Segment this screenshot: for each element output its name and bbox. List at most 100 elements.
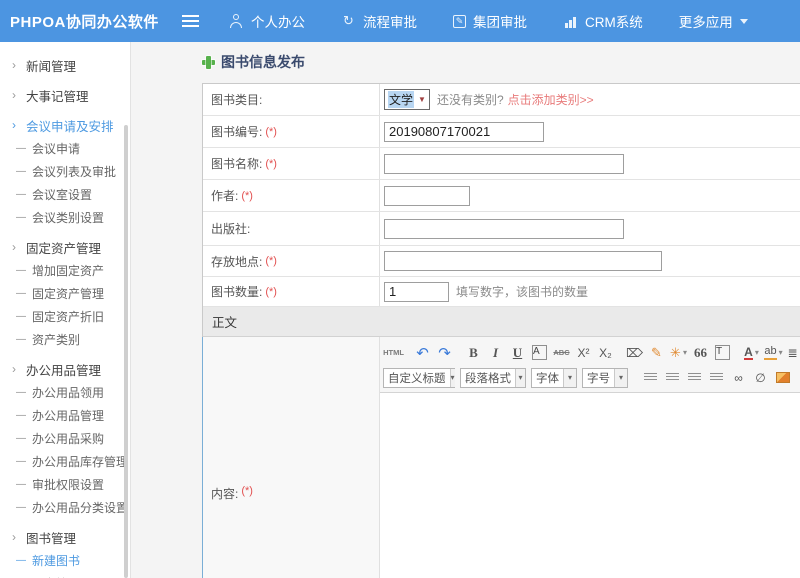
add-category-link[interactable]: 点击添加类别>>	[508, 91, 594, 108]
top-nav: 个人办公 ↻ 流程审批 ✎ 集团审批 CRM系统 更多应用	[229, 11, 748, 31]
add-plus-icon	[202, 56, 215, 69]
body-section-header: 正文	[203, 307, 800, 337]
heading-combo-label: 自定义标题	[384, 370, 450, 386]
sidebar-item-child[interactable]: —办公用品采购	[0, 427, 130, 450]
nav-more-apps[interactable]: 更多应用	[679, 11, 748, 31]
unlink-icon[interactable]: ∅	[750, 368, 771, 388]
format-brush-icon[interactable]: ✎	[646, 343, 667, 363]
eraser-icon[interactable]: ⌦	[624, 343, 645, 363]
page-title: 图书信息发布	[202, 53, 800, 71]
nav-personal-office[interactable]: 个人办公	[229, 11, 305, 31]
highlight-color-icon[interactable]: ab▾	[763, 343, 784, 363]
underline-icon[interactable]: U	[507, 343, 528, 363]
nav-label: 更多应用	[679, 11, 733, 31]
undo-icon[interactable]: ↶	[412, 343, 433, 363]
author-input[interactable]	[384, 186, 470, 206]
align-center-icon[interactable]	[662, 368, 683, 388]
quantity-input[interactable]	[384, 282, 449, 302]
caret-down-icon: ▾	[614, 369, 627, 387]
link-icon[interactable]: ∞	[728, 368, 749, 388]
required-mark: (*)	[265, 255, 277, 267]
sidebar-item-child[interactable]: —办公用品管理	[0, 404, 130, 427]
undo-icon: ↶	[416, 344, 429, 362]
sidebar-item-child[interactable]: —办公用品领用	[0, 381, 130, 404]
sidebar-item-child[interactable]: —图书管理	[0, 572, 130, 578]
chevron-right-icon: ›	[12, 240, 26, 254]
italic-icon: I	[493, 345, 498, 361]
font-family-combo-label: 字体	[532, 370, 563, 386]
sidebar-item-child[interactable]: —会议类别设置	[0, 206, 130, 229]
field-label: 图书类目:	[211, 91, 262, 108]
font-size-combo[interactable]: 字号▾	[582, 368, 628, 388]
publisher-input[interactable]	[384, 219, 624, 239]
sidebar-item-child[interactable]: —固定资产折旧	[0, 305, 130, 328]
align-right-icon[interactable]	[684, 368, 705, 388]
field-label: 图书数量:	[211, 283, 262, 300]
align-justify-icon[interactable]	[706, 368, 727, 388]
redo-icon[interactable]: ↷	[434, 343, 455, 363]
sidebar-item-group[interactable]: ›新闻管理	[0, 53, 130, 77]
editor-content-area[interactable]	[380, 393, 800, 578]
source-code-icon[interactable]: HTML	[383, 343, 404, 363]
auto-typeset-icon[interactable]: ✳▾	[668, 343, 689, 363]
heading-combo[interactable]: 自定义标题▾	[383, 368, 455, 388]
hamburger-menu-icon[interactable]	[182, 15, 199, 28]
sidebar-item-group[interactable]: ›会议申请及安排	[0, 113, 130, 137]
location-input[interactable]	[384, 251, 662, 271]
caret-down-icon: ▾	[755, 348, 759, 357]
chevron-right-icon: ›	[12, 362, 26, 376]
nav-workflow-approval[interactable]: ↻ 流程审批	[341, 11, 417, 31]
subscript-icon[interactable]: X₂	[595, 343, 616, 363]
sidebar-item-group[interactable]: ›大事记管理	[0, 83, 130, 107]
insert-media-icon[interactable]	[794, 368, 797, 388]
sidebar-item-child[interactable]: —会议室设置	[0, 183, 130, 206]
dash-icon: —	[16, 166, 32, 177]
sidebar-scrollbar[interactable]	[124, 125, 128, 578]
align-center-icon	[666, 373, 679, 382]
select-arrow-icon: ▼	[418, 95, 426, 104]
book-name-input[interactable]	[384, 154, 624, 174]
italic-icon[interactable]: I	[485, 343, 506, 363]
chart-icon	[563, 14, 578, 28]
required-mark: (*)	[241, 485, 253, 497]
sidebar-item-group[interactable]: ›办公用品管理	[0, 357, 130, 381]
align-left-icon[interactable]	[640, 368, 661, 388]
book-form: 图书类目: 文学 ▼ 还没有类别? 点击添加类别>> 图书编号: (*)	[202, 83, 800, 578]
sidebar-item-child[interactable]: —资产类别	[0, 328, 130, 351]
sidebar-item-child[interactable]: —会议列表及审批	[0, 160, 130, 183]
editor-toolbar-row2: 自定义标题▾段落格式▾字体▾字号▾∞∅	[383, 365, 797, 390]
sidebar-item-child[interactable]: —增加固定资产	[0, 259, 130, 282]
nav-crm-system[interactable]: CRM系统	[563, 11, 643, 31]
paste-word-icon[interactable]: T	[712, 343, 733, 363]
superscript-icon: X²	[578, 346, 590, 360]
chevron-right-icon: ›	[12, 530, 26, 544]
sidebar-item-child[interactable]: —固定资产管理	[0, 282, 130, 305]
dash-icon: —	[16, 311, 32, 322]
sidebar-item-child[interactable]: —办公用品分类设置	[0, 496, 130, 519]
bold-icon[interactable]: B	[463, 343, 484, 363]
insert-image-icon[interactable]	[772, 368, 793, 388]
dash-icon: —	[16, 387, 32, 398]
field-label: 出版社:	[211, 220, 250, 237]
sidebar-item-group[interactable]: ›图书管理	[0, 525, 130, 549]
font-family-combo[interactable]: 字体▾	[531, 368, 577, 388]
ordered-list-icon[interactable]: ≣▾	[785, 343, 797, 363]
form-row-content: 内容: (*) HTML↶↷BIUAABCX²X₂⌦✎✳▾66TA▾ab▾≣▾≣…	[202, 337, 800, 578]
sidebar-item-child[interactable]: —会议申请	[0, 137, 130, 160]
sidebar-item-child[interactable]: —审批权限设置	[0, 473, 130, 496]
blockquote-icon[interactable]: 66	[690, 343, 711, 363]
font-color-icon[interactable]: A▾	[741, 343, 762, 363]
auto-typeset-icon: ✳	[670, 345, 681, 361]
font-border-icon[interactable]: A	[529, 343, 550, 363]
strikethrough-icon[interactable]: ABC	[551, 343, 572, 363]
sidebar-item-label: 办公用品管理	[32, 407, 104, 424]
book-number-input[interactable]	[384, 122, 544, 142]
dash-icon: —	[16, 502, 32, 513]
paragraph-combo[interactable]: 段落格式▾	[460, 368, 526, 388]
sidebar-item-child[interactable]: —办公用品库存管理	[0, 450, 130, 473]
sidebar-item-child[interactable]: —新建图书	[0, 549, 130, 572]
superscript-icon[interactable]: X²	[573, 343, 594, 363]
sidebar-item-group[interactable]: ›固定资产管理	[0, 235, 130, 259]
category-select[interactable]: 文学 ▼	[384, 89, 430, 110]
nav-group-approval[interactable]: ✎ 集团审批	[453, 11, 527, 31]
